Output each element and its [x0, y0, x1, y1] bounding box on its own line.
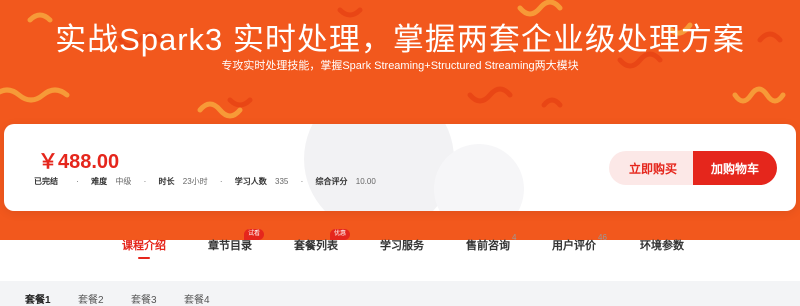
- course-subtitle: 专攻实时处理技能，掌握Spark Streaming+Structured St…: [221, 60, 579, 72]
- add-to-cart-button[interactable]: 加购物车: [693, 151, 777, 185]
- tab-label: 章节目录: [208, 240, 252, 252]
- course-price: ￥488.00: [38, 151, 120, 173]
- tab-user-reviews[interactable]: 用户评价 46: [552, 233, 607, 253]
- consult-count: 4: [512, 233, 517, 242]
- trial-badge: 试看: [244, 229, 265, 240]
- package-3-tab[interactable]: 套餐3: [131, 291, 157, 306]
- discount-badge: 优惠: [330, 229, 351, 240]
- package-2-tab[interactable]: 套餐2: [78, 291, 104, 306]
- active-tab-indicator: [138, 257, 150, 259]
- difficulty-label: 难度: [91, 177, 108, 186]
- learners-value: 335: [275, 177, 289, 186]
- separator-dot: ·: [76, 177, 79, 186]
- tab-presale-consult[interactable]: 售前咨询 4: [466, 233, 516, 253]
- tab-packages[interactable]: 套餐列表 优惠: [294, 229, 351, 253]
- tab-label: 学习服务: [380, 240, 424, 252]
- tab-course-intro[interactable]: 课程介绍: [122, 237, 166, 259]
- tab-learning-services[interactable]: 学习服务: [380, 237, 424, 253]
- tab-environment[interactable]: 环境参数: [640, 237, 684, 253]
- review-count: 46: [598, 233, 607, 242]
- package-selector-bar: 套餐1 套餐2 套餐3 套餐4: [0, 281, 800, 306]
- course-info-card: ￥488.00 已完结 · 难度 中级 · 时长 23小时 · 学习人数 335…: [4, 124, 796, 211]
- decorative-circle: [304, 124, 454, 211]
- difficulty-value: 中级: [115, 177, 132, 186]
- status-label: 已完结: [34, 177, 58, 186]
- tab-chapters[interactable]: 章节目录 试看: [208, 229, 265, 253]
- rating-label: 综合评分: [315, 177, 348, 186]
- buy-now-button[interactable]: 立即购买: [609, 151, 697, 185]
- separator-dot: ·: [143, 177, 147, 186]
- package-4-tab[interactable]: 套餐4: [184, 291, 210, 306]
- course-title: 实战Spark3 实时处理，掌握两套企业级处理方案: [55, 22, 745, 57]
- tab-label: 用户评价: [552, 240, 596, 252]
- learners-label: 学习人数: [234, 177, 267, 186]
- duration-label: 时长: [158, 177, 175, 186]
- course-meta: 已完结 · 难度 中级 · 时长 23小时 · 学习人数 335 · 综合评分 …: [34, 176, 376, 187]
- tab-label: 环境参数: [640, 240, 684, 252]
- course-tabs: 课程介绍 章节目录 试看 套餐列表 优惠 学习服务 售前咨询 4 用户评价 46…: [0, 229, 800, 266]
- separator-dot: ·: [300, 177, 304, 186]
- tab-label: 套餐列表: [294, 240, 338, 252]
- tab-label: 课程介绍: [122, 240, 166, 252]
- package-1-tab[interactable]: 套餐1: [25, 291, 51, 306]
- tab-label: 售前咨询: [466, 240, 510, 252]
- separator-dot: ·: [219, 177, 223, 186]
- duration-value: 23小时: [182, 177, 208, 186]
- rating-value: 10.00: [355, 177, 376, 186]
